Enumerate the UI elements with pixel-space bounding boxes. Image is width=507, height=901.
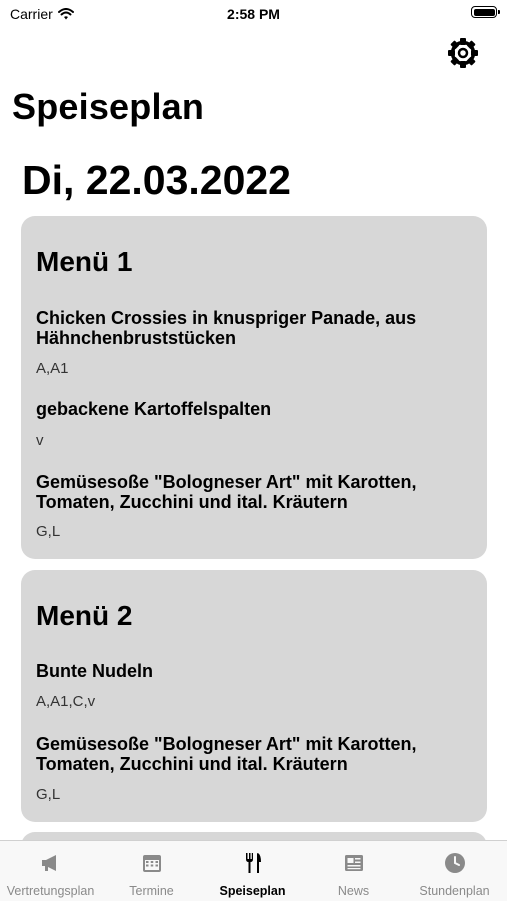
calendar-icon xyxy=(142,855,161,872)
tab-bar: Vertretungsplan Termine Speiseplan News … xyxy=(0,840,507,901)
settings-button[interactable] xyxy=(445,35,481,71)
gear-icon xyxy=(448,38,478,68)
newspaper-icon xyxy=(344,855,363,871)
status-time: 2:58 PM xyxy=(227,6,280,22)
dish-allergens: G,L xyxy=(36,786,61,803)
menu-title: Menü 2 xyxy=(36,600,133,631)
dish-name: Gemüsesoße "Bologneser Art" mit Karotten… xyxy=(36,472,417,512)
battery-icon xyxy=(471,6,500,18)
menu-card: Menü 2 Bunte Nudeln A,A1,C,v Gemüsesoße … xyxy=(21,570,487,822)
date-heading: Di, 22.03.2022 xyxy=(22,157,291,203)
clock-icon xyxy=(444,853,465,873)
dish-allergens: G,L xyxy=(36,523,61,540)
dish-allergens: v xyxy=(36,432,44,449)
tab-label: News xyxy=(337,884,370,898)
dish-allergens: A,A1 xyxy=(36,360,69,377)
dish-allergens: A,A1,C,v xyxy=(36,693,96,710)
dish-name: gebackene Kartoffelspalten xyxy=(36,399,272,419)
tab-termine[interactable]: Termine xyxy=(101,841,202,901)
dish-name: Chicken Crossies in knuspriger Panade, a… xyxy=(36,308,417,348)
dish-name: Bunte Nudeln xyxy=(36,661,153,681)
tab-stundenplan[interactable]: Stundenplan xyxy=(404,841,505,901)
menu-card: Menü 1 Chicken Crossies in knuspriger Pa… xyxy=(21,216,487,559)
tab-label: Vertretungsplan xyxy=(6,884,95,898)
tab-news[interactable]: News xyxy=(303,841,404,901)
megaphone-icon xyxy=(41,855,56,871)
tab-label: Speiseplan xyxy=(219,884,286,898)
tab-label: Stundenplan xyxy=(419,884,490,898)
fork-knife-icon xyxy=(245,853,261,873)
page-title: Speiseplan xyxy=(12,86,205,127)
tab-vertretungsplan[interactable]: Vertretungsplan xyxy=(0,841,101,901)
dish-name: Gemüsesoße "Bologneser Art" mit Karotten… xyxy=(36,734,417,774)
tab-speiseplan[interactable]: Speiseplan xyxy=(202,841,303,901)
tab-label: Termine xyxy=(129,884,174,898)
status-bar: Carrier 2:58 PM xyxy=(0,0,507,30)
menu-title: Menü 1 xyxy=(36,246,133,277)
